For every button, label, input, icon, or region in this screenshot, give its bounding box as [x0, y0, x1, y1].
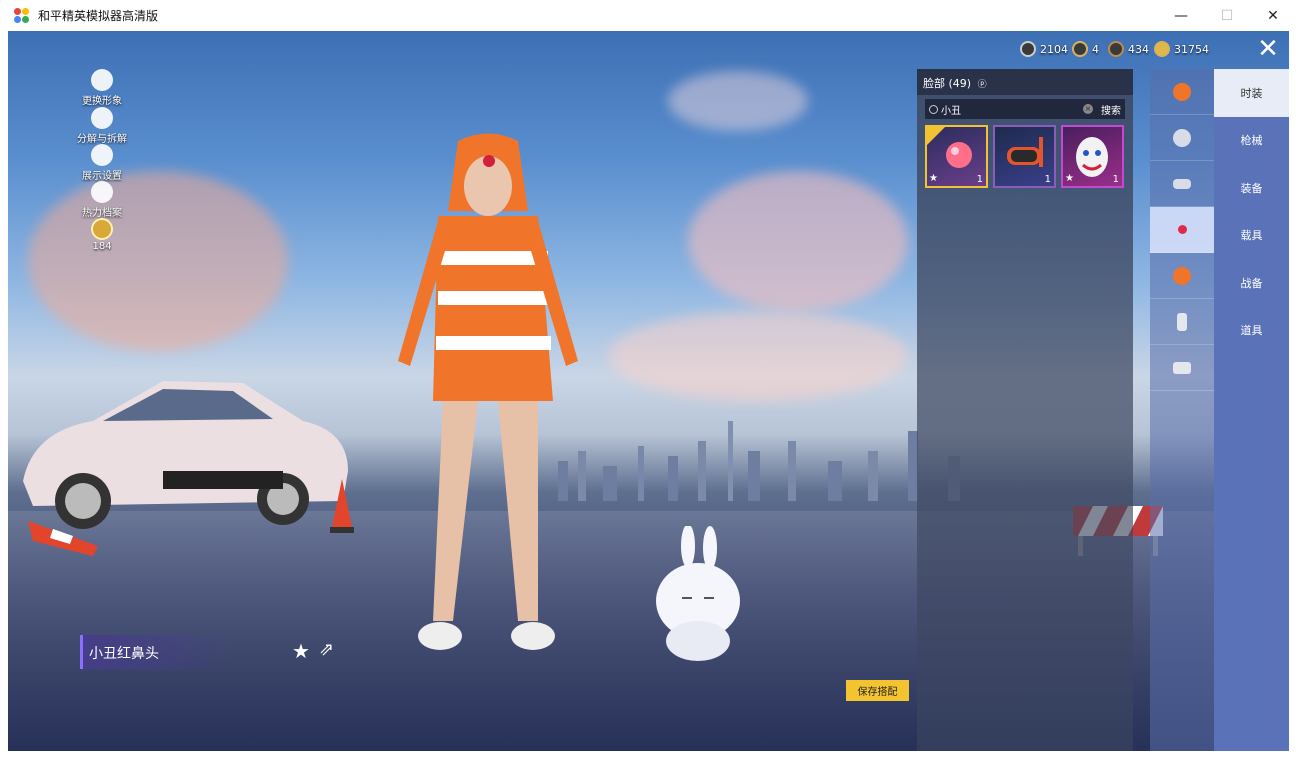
panel-heading: 脸部 (49) ⓟ [917, 69, 1133, 95]
category-shoes[interactable] [1150, 345, 1214, 391]
favorite-star-icon[interactable]: ★ [292, 639, 310, 663]
item-panel: 脸部 (49) ⓟ 小丑 × 搜索 ★ 1 1 ★ 1 [917, 69, 1133, 751]
help-icon[interactable]: ⓟ [978, 80, 987, 90]
left-menu-level-badge[interactable]: 184 [74, 218, 130, 252]
clear-search-icon[interactable]: × [1083, 104, 1093, 114]
top-icon [1173, 266, 1191, 285]
left-menu-decompose[interactable]: 分解与拆解 [74, 107, 130, 145]
currency-value: 434 [1128, 42, 1149, 56]
app-logo-icon [14, 7, 30, 24]
tab-fashion[interactable]: 时装 [1214, 69, 1289, 117]
shoes-icon [1173, 361, 1191, 374]
tab-battle-prep[interactable]: 战备 [1214, 259, 1289, 307]
flame-icon [91, 181, 113, 203]
red-nose-icon [1177, 225, 1187, 234]
game-viewport[interactable]: 更换形象 分解与拆解 展示设置 热力档案 184 2104 4 434 3175… [8, 31, 1289, 751]
search-bar[interactable]: 小丑 × 搜索 [925, 99, 1125, 119]
item-grid: ★ 1 1 ★ 1 [917, 123, 1133, 190]
panel-heading-label: 脸部 (49) [923, 77, 972, 90]
tab-vehicles[interactable]: 载具 [1214, 212, 1289, 260]
person-icon [91, 69, 113, 91]
emulator-window: 和平精英模拟器高清版 — ☐ ✕ 更换形象 分解与拆解 展示设置 热力档案 18… [0, 0, 1296, 759]
search-icon [929, 104, 938, 114]
category-hat[interactable] [1150, 115, 1214, 161]
category-outfit[interactable] [1150, 69, 1214, 115]
currency-gold[interactable]: 31754 [1154, 41, 1209, 57]
window-title: 和平精英模拟器高清版 [38, 9, 159, 23]
category-icon-column [1150, 69, 1214, 751]
currency-silver[interactable]: 2104 [1020, 41, 1068, 57]
close-icon[interactable]: ✕ [1255, 36, 1281, 63]
category-face[interactable] [1150, 207, 1214, 253]
tab-equipment[interactable]: 装备 [1214, 164, 1289, 212]
left-menu-change-avatar[interactable]: 更换形象 [74, 69, 130, 107]
silver-coin-icon [1020, 41, 1036, 57]
item-card-clown-mask[interactable]: ★ 1 [1061, 125, 1124, 188]
item-count: 1 [976, 174, 983, 185]
traffic-cone [330, 479, 354, 533]
gold-coin-icon [1154, 41, 1170, 57]
cloud [608, 311, 908, 401]
tab-column: 时装 枪械 装备 载具 战备 道具 [1214, 69, 1289, 751]
cloud [688, 171, 908, 311]
level-value: 184 [92, 241, 112, 252]
currency-value: 4 [1092, 42, 1099, 56]
item-card-snorkel-mask[interactable]: 1 [993, 125, 1056, 188]
left-menu-display-settings[interactable]: 展示设置 [74, 144, 130, 182]
search-input[interactable]: 小丑 [941, 102, 961, 117]
currency-bronze[interactable]: 434 [1108, 41, 1149, 57]
gear-icon [91, 107, 113, 129]
outfit-icon [1173, 82, 1191, 101]
share-icon[interactable]: ⇗ [319, 639, 334, 660]
currency-value: 2104 [1040, 42, 1068, 56]
glasses-icon [1173, 178, 1191, 189]
currency-badge[interactable]: 4 [1072, 41, 1099, 57]
cloud [28, 171, 288, 351]
car-model [23, 381, 348, 529]
pants-icon [1177, 312, 1187, 331]
close-window-button[interactable]: ✕ [1250, 0, 1296, 31]
cloud [668, 71, 808, 131]
selected-check-icon [927, 127, 945, 145]
level-badge-icon [91, 218, 113, 240]
bunny-pet [656, 526, 740, 661]
minimize-button[interactable]: — [1158, 0, 1204, 31]
left-menu-heat-archive[interactable]: 热力档案 [74, 181, 130, 219]
tab-weapons[interactable]: 枪械 [1214, 117, 1289, 165]
save-outfit-button[interactable]: 保存搭配 [846, 680, 909, 701]
category-top[interactable] [1150, 253, 1214, 299]
star-icon: ★ [929, 173, 938, 184]
bottom-strip [0, 751, 1296, 759]
eye-icon [91, 144, 113, 166]
title-bar: 和平精英模拟器高清版 — ☐ ✕ [0, 0, 1296, 31]
cap-icon [1173, 128, 1191, 147]
item-count: 1 [1112, 174, 1119, 185]
traffic-cone [28, 521, 98, 556]
player-character [398, 133, 578, 650]
search-button[interactable]: 搜索 [1101, 102, 1121, 117]
item-card-red-nose[interactable]: ★ 1 [925, 125, 988, 188]
category-pants[interactable] [1150, 299, 1214, 345]
item-count: 1 [1044, 174, 1051, 185]
bronze-coin-icon [1108, 41, 1124, 57]
category-glasses[interactable] [1150, 161, 1214, 207]
left-menu-label: 更换形象 [82, 96, 122, 107]
maximize-button[interactable]: ☐ [1204, 0, 1250, 31]
currency-value: 31754 [1174, 42, 1209, 56]
tab-props[interactable]: 道具 [1214, 307, 1289, 355]
star-icon: ★ [1065, 173, 1074, 184]
outfit-name-plate: 小丑红鼻头 [80, 635, 230, 669]
badge-coin-icon [1072, 41, 1088, 57]
